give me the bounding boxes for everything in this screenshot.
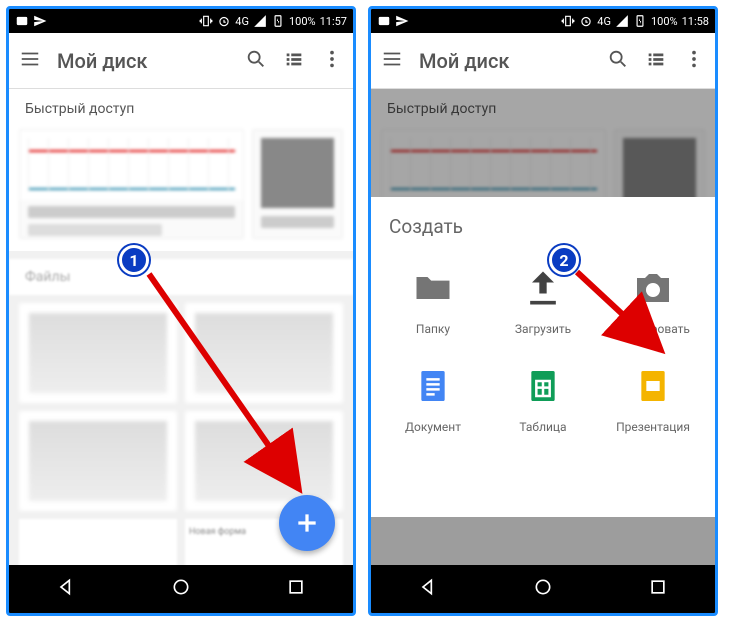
- view-toggle-button[interactable]: [283, 48, 305, 74]
- send-icon: [395, 14, 409, 28]
- battery-charging-icon: [633, 14, 647, 28]
- circle-home-icon: [533, 577, 553, 597]
- sheet-title: Создать: [381, 215, 705, 254]
- vibrate-icon: [561, 14, 575, 28]
- quick-access-row: [9, 129, 353, 251]
- annotation-marker-1: 1: [119, 245, 149, 275]
- content-area: Быстрый доступ Создать Папку З: [371, 89, 715, 565]
- vibrate-icon: [199, 14, 213, 28]
- quick-access-title: Быстрый доступ: [9, 89, 353, 129]
- overflow-button[interactable]: [321, 48, 343, 74]
- hamburger-icon: [19, 48, 41, 70]
- nav-recent-button[interactable]: [648, 577, 668, 601]
- list-view-icon: [283, 48, 305, 70]
- battery-label: 100%: [289, 15, 316, 28]
- slides-icon: [633, 366, 673, 406]
- nav-bar: [371, 565, 715, 613]
- battery-charging-icon: [271, 14, 285, 28]
- menu-button[interactable]: [19, 48, 41, 74]
- alarm-icon: [579, 14, 593, 28]
- quick-card[interactable]: [19, 129, 244, 239]
- more-vert-icon: [683, 48, 705, 70]
- create-folder-button[interactable]: Папку: [381, 254, 485, 346]
- overflow-button[interactable]: [683, 48, 705, 74]
- create-item-label: Таблица: [519, 420, 566, 434]
- battery-label: 100%: [651, 15, 678, 28]
- triangle-back-icon: [56, 577, 76, 597]
- app-bar: Мой диск: [371, 33, 715, 89]
- nav-home-button[interactable]: [171, 577, 191, 601]
- create-doc-button[interactable]: Документ: [381, 352, 485, 444]
- file-card[interactable]: [19, 519, 177, 565]
- create-item-label: Документ: [405, 420, 461, 434]
- annotation-marker-2: 2: [549, 245, 579, 275]
- signal-icon: [615, 14, 629, 28]
- search-icon: [607, 48, 629, 70]
- gallery-icon: [377, 14, 391, 28]
- clock-label: 11:58: [682, 15, 709, 28]
- docs-icon: [413, 366, 453, 406]
- clock-label: 11:57: [320, 15, 347, 28]
- create-item-label: Презентация: [616, 420, 690, 434]
- more-vert-icon: [321, 48, 343, 70]
- phone-left: 4G 100% 11:57 Мой диск Быстрый доступ: [6, 6, 356, 616]
- quick-card[interactable]: [252, 129, 343, 239]
- triangle-back-icon: [418, 577, 438, 597]
- page-title: Мой диск: [419, 49, 591, 73]
- search-button[interactable]: [245, 48, 267, 74]
- nav-home-button[interactable]: [533, 577, 553, 601]
- nav-bar: [9, 565, 353, 613]
- send-icon: [33, 14, 47, 28]
- nav-recent-button[interactable]: [286, 577, 306, 601]
- create-item-label: Папку: [416, 322, 450, 336]
- sheets-icon: [523, 366, 563, 406]
- annotation-arrow-1: [139, 264, 319, 514]
- status-bar: 4G 100% 11:58: [371, 9, 715, 33]
- page-title: Мой диск: [57, 49, 229, 73]
- view-toggle-button[interactable]: [645, 48, 667, 74]
- square-recent-icon: [648, 577, 668, 597]
- signal-icon: [253, 14, 267, 28]
- gallery-icon: [15, 14, 29, 28]
- hamburger-icon: [381, 48, 403, 70]
- create-item-label: Загрузить: [515, 322, 571, 336]
- list-view-icon: [645, 48, 667, 70]
- network-label: 4G: [235, 15, 249, 28]
- folder-icon: [411, 266, 455, 310]
- nav-back-button[interactable]: [56, 577, 76, 601]
- menu-button[interactable]: [381, 48, 403, 74]
- app-bar: Мой диск: [9, 33, 353, 89]
- status-bar: 4G 100% 11:57: [9, 9, 353, 33]
- search-button[interactable]: [607, 48, 629, 74]
- alarm-icon: [217, 14, 231, 28]
- square-recent-icon: [286, 577, 306, 597]
- circle-home-icon: [171, 577, 191, 597]
- content-area: Быстрый доступ Файлы Новая форма: [9, 89, 353, 565]
- search-icon: [245, 48, 267, 70]
- phone-right: 4G 100% 11:58 Мой диск Быстрый доступ: [368, 6, 718, 616]
- nav-back-button[interactable]: [418, 577, 438, 601]
- annotation-arrow-2: [569, 264, 679, 366]
- network-label: 4G: [597, 15, 611, 28]
